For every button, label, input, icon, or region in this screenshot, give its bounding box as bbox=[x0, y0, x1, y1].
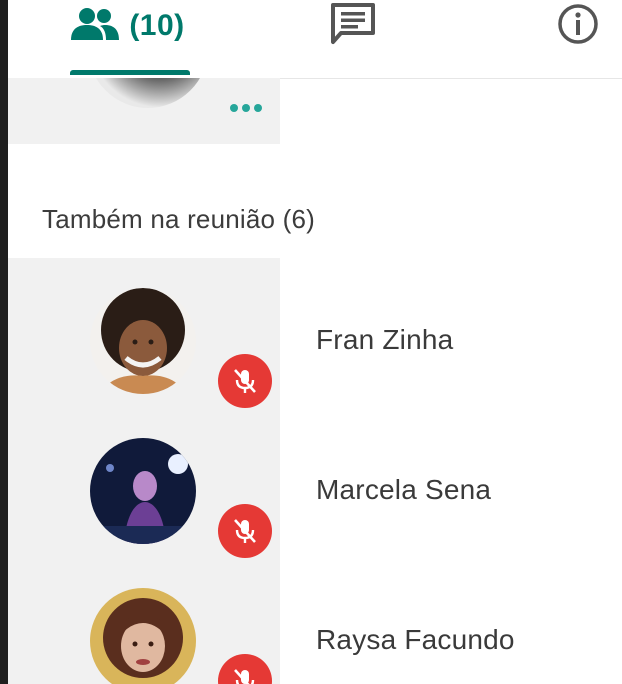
left-edge-divider bbox=[0, 0, 8, 684]
participant-row[interactable]: Marcela Sena bbox=[8, 408, 622, 558]
tab-info[interactable] bbox=[538, 0, 618, 76]
tab-people[interactable]: (10) bbox=[58, 0, 196, 76]
tab-chat[interactable] bbox=[308, 0, 398, 76]
mic-off-icon bbox=[218, 354, 272, 408]
selected-tab-indicator bbox=[70, 70, 190, 75]
participant-name: Marcela Sena bbox=[316, 474, 492, 505]
avatar bbox=[90, 288, 196, 394]
participant-count: (10) bbox=[129, 9, 185, 42]
people-icon bbox=[69, 6, 121, 47]
avatar bbox=[90, 588, 196, 684]
mic-off-icon bbox=[218, 504, 272, 558]
mic-off-icon bbox=[218, 654, 272, 684]
section-title: Também na reunião (6) bbox=[42, 204, 315, 234]
avatar-tile bbox=[8, 558, 280, 684]
participant-row[interactable]: Fran Zinha bbox=[8, 258, 622, 408]
avatar-tile bbox=[8, 258, 280, 408]
participant-tile-partial[interactable] bbox=[8, 78, 280, 144]
participant-name: Fran Zinha bbox=[316, 324, 454, 355]
participant-name: Raysa Facundo bbox=[316, 624, 515, 655]
participant-row[interactable]: Raysa Facundo bbox=[8, 558, 622, 684]
chat-icon bbox=[329, 2, 377, 51]
avatar bbox=[88, 78, 208, 108]
meeting-people-panel: (10) Também na reunião (6) Fran Zinha Ma… bbox=[0, 0, 622, 684]
tab-bar: (10) bbox=[8, 0, 622, 79]
more-horiz-icon[interactable] bbox=[230, 104, 262, 112]
info-icon bbox=[556, 2, 600, 51]
avatar-tile bbox=[8, 408, 280, 558]
avatar bbox=[90, 438, 196, 544]
